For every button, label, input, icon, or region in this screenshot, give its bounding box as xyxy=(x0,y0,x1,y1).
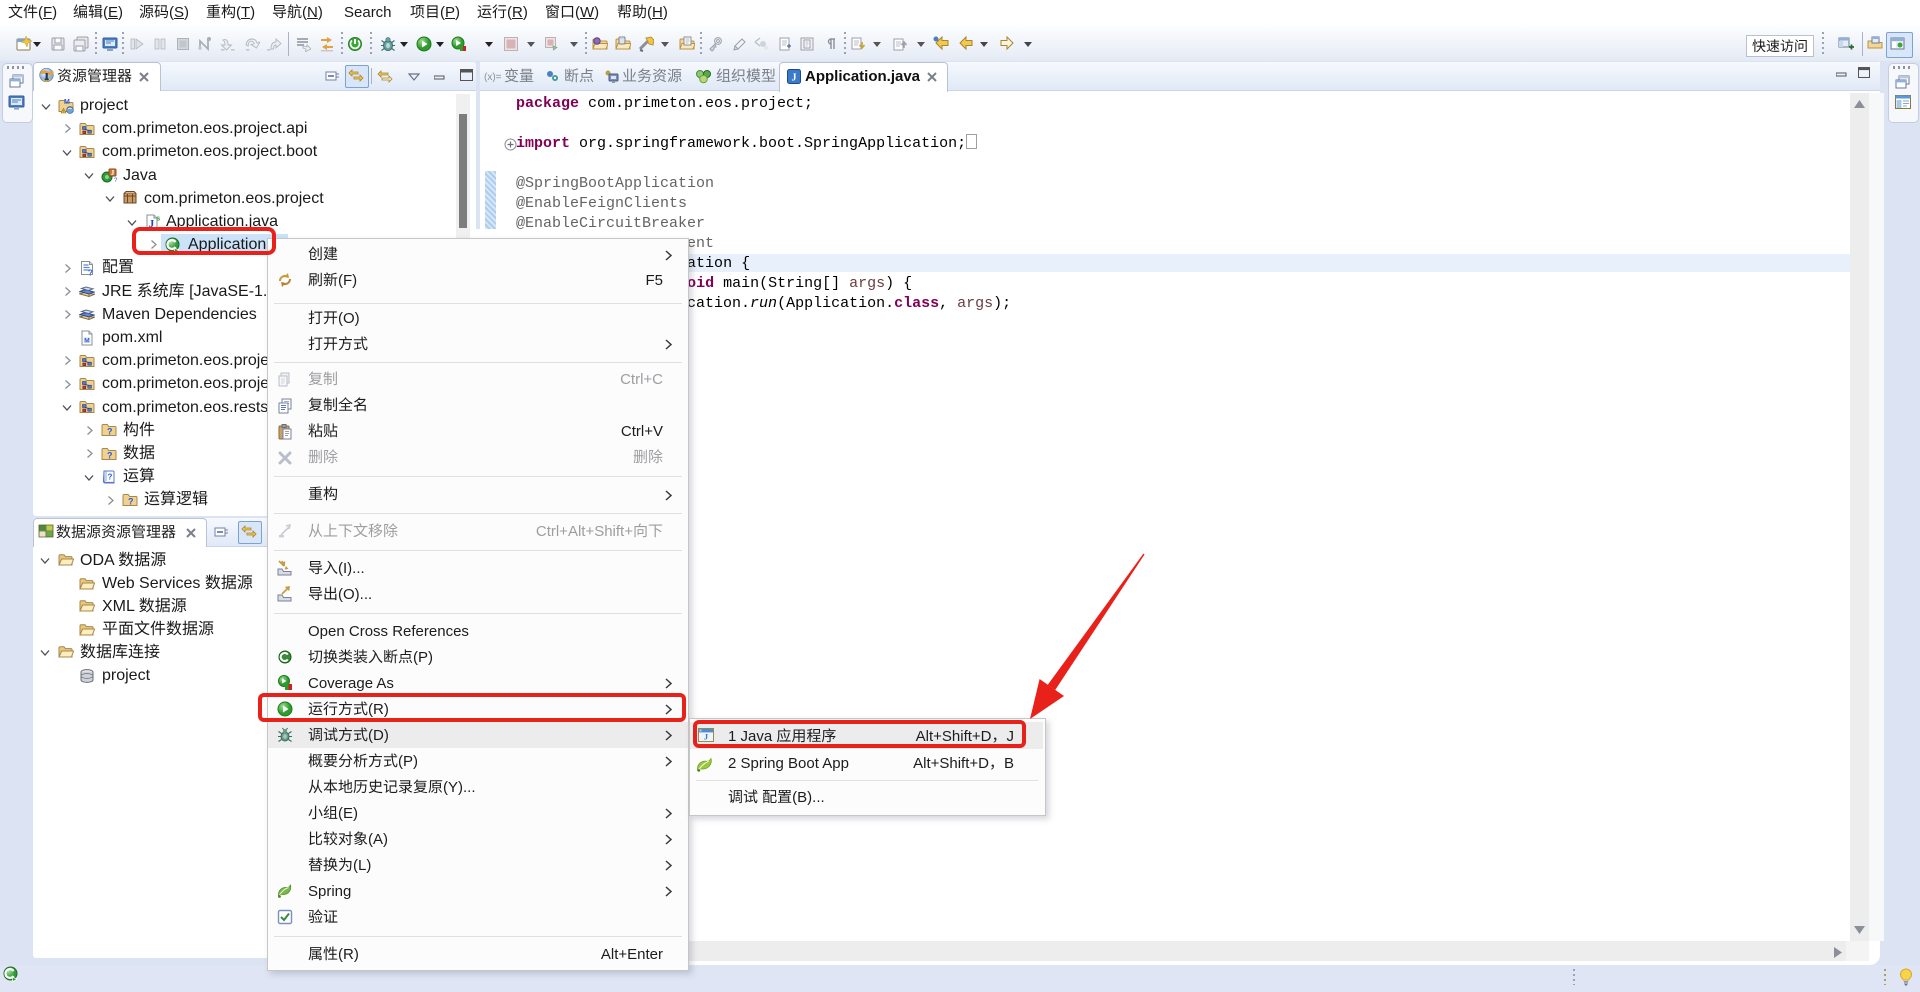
svg-text:?: ? xyxy=(107,451,113,461)
svg-text:?: ? xyxy=(88,269,93,277)
svg-text:s: s xyxy=(156,216,160,223)
svg-text:?: ? xyxy=(114,178,117,183)
svg-text:!: ! xyxy=(63,109,64,114)
svg-text:J: J xyxy=(792,73,797,84)
svg-text:(x)=: (x)= xyxy=(484,72,501,82)
svg-text:?: ? xyxy=(108,473,113,482)
svg-text:?: ? xyxy=(107,427,113,437)
svg-text:J: J xyxy=(111,169,115,177)
svg-text:M: M xyxy=(84,338,89,345)
svg-text:?: ? xyxy=(128,497,134,507)
svg-text:M: M xyxy=(64,99,70,106)
